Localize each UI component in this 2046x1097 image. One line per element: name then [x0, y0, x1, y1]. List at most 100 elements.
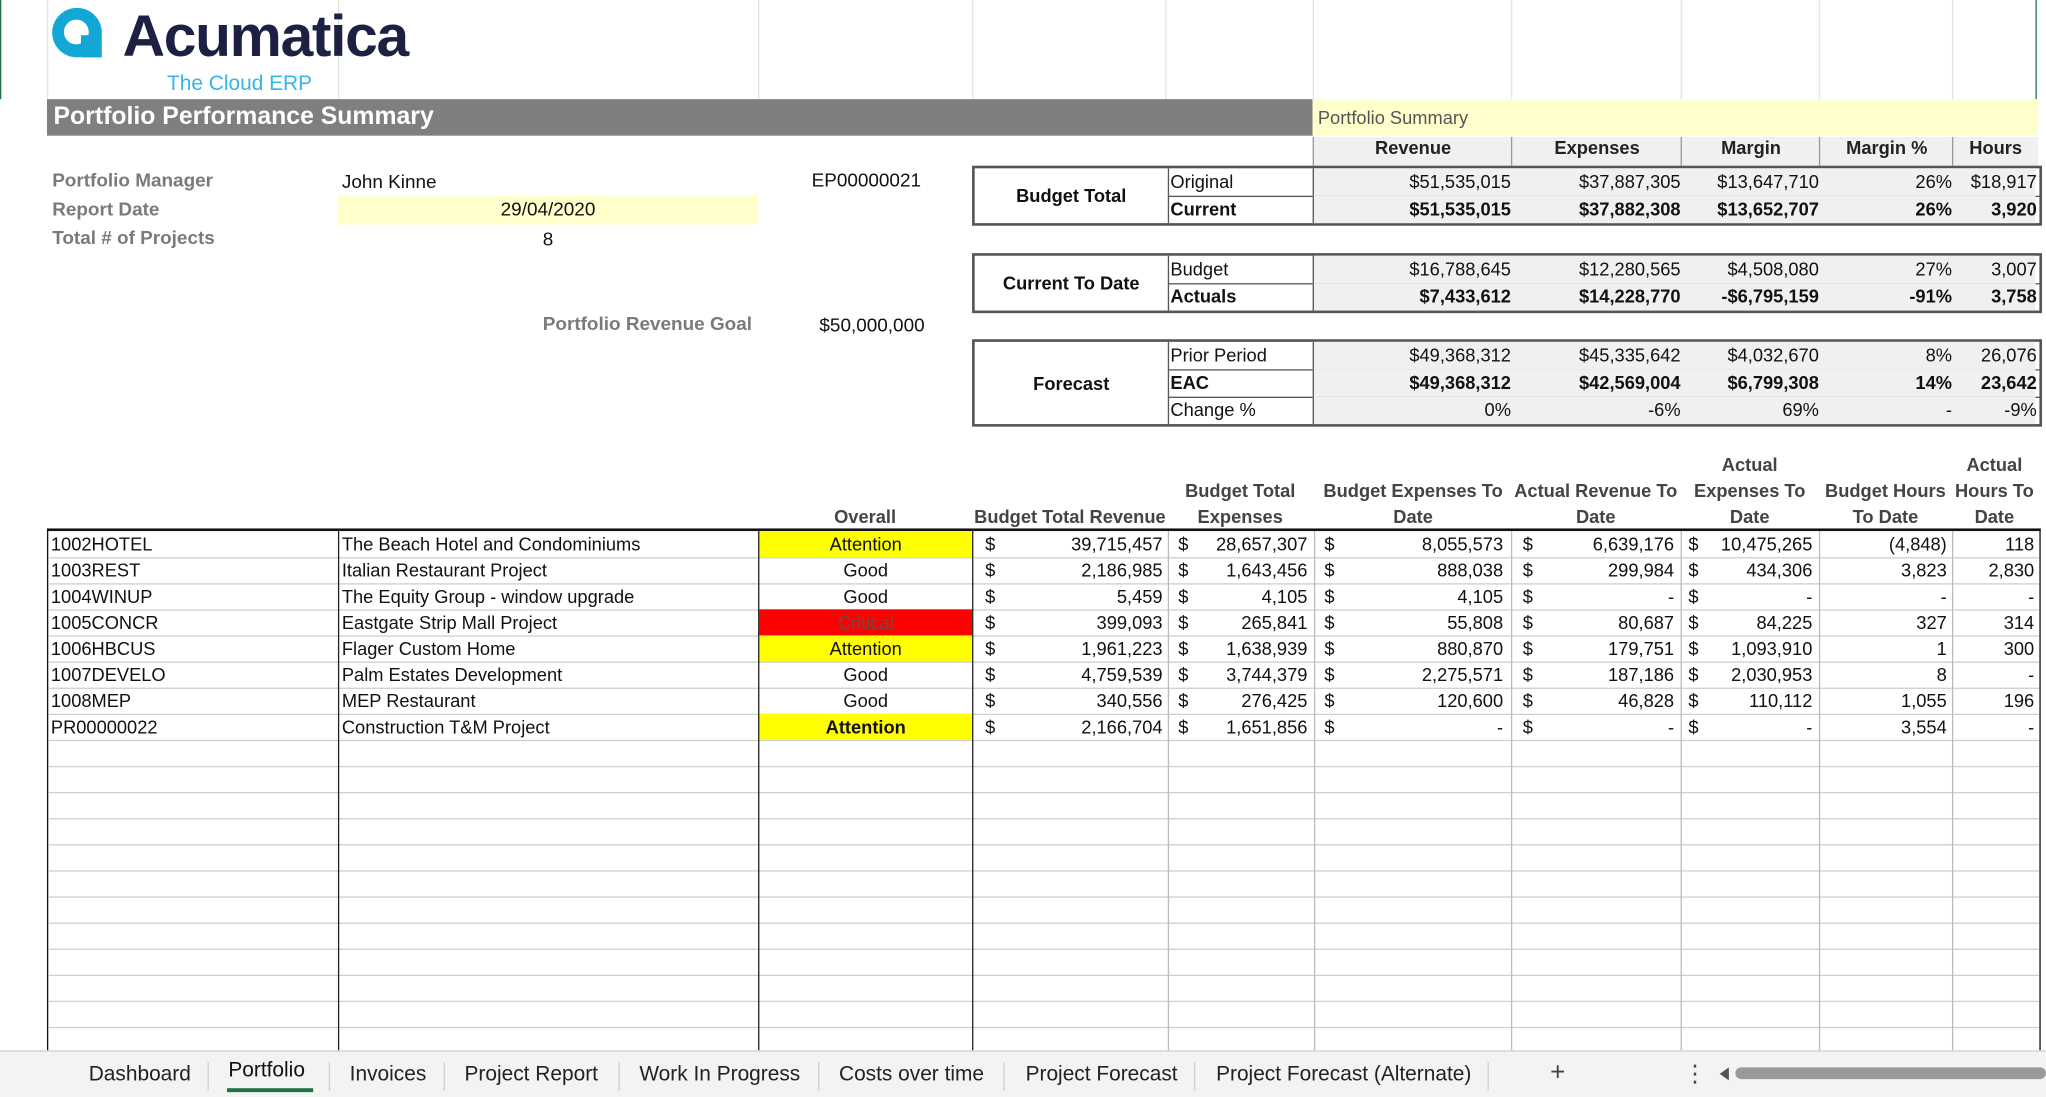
currency-symbol[interactable]: $ [985, 688, 1011, 714]
status-badge[interactable]: Good [759, 688, 972, 714]
currency-symbol[interactable]: $ [985, 583, 1011, 609]
table-cell[interactable]: The Equity Group - window upgrade [342, 583, 754, 609]
empty-row[interactable] [48, 766, 2040, 794]
table-cell[interactable]: 1,651,856 [1197, 714, 1307, 740]
table-cell[interactable]: Construction T&M Project [342, 714, 754, 740]
summary-cell[interactable]: $13,647,710 [1717, 171, 1819, 192]
table-cell[interactable]: 110,112 [1705, 688, 1812, 714]
more-options-icon[interactable]: ⋮ [1683, 1061, 1706, 1088]
summary-cell[interactable]: 26,076 [1981, 344, 2037, 365]
currency-symbol[interactable]: $ [985, 531, 1011, 557]
empty-row[interactable] [48, 896, 2040, 924]
table-cell[interactable]: 1 [1823, 635, 1947, 661]
table-cell[interactable]: 300 [1956, 635, 2034, 661]
summary-cell[interactable]: $4,032,670 [1727, 344, 1818, 365]
table-cell[interactable]: 8 [1823, 662, 1947, 688]
table-cell[interactable]: - [1956, 583, 2034, 609]
table-row[interactable]: 1005CONCR Eastgate Strip Mall Project Crit… [48, 609, 2040, 637]
tab-project-report[interactable]: Project Report [465, 1063, 598, 1086]
summary-cell[interactable]: $37,887,305 [1579, 171, 1681, 192]
table-cell[interactable]: 1,961,223 [1014, 635, 1162, 661]
table-cell[interactable]: 120,600 [1340, 688, 1503, 714]
table-row[interactable]: 1002HOTEL The Beach Hotel and Condominium… [48, 531, 2040, 559]
status-badge[interactable]: Good [759, 662, 972, 688]
table-cell[interactable]: 1,638,939 [1197, 635, 1307, 661]
scroll-left-icon[interactable] [1719, 1067, 1729, 1081]
empty-row[interactable] [48, 844, 2040, 872]
summary-cell[interactable]: 3,007 [1991, 258, 2037, 279]
table-cell[interactable]: 399,093 [1014, 609, 1163, 635]
currency-symbol[interactable]: $ [985, 714, 1011, 740]
table-cell[interactable]: 84,225 [1705, 609, 1812, 635]
table-cell[interactable]: 10,475,265 [1705, 531, 1812, 557]
summary-cell[interactable]: 23,642 [1981, 372, 2037, 393]
table-cell[interactable]: - [1536, 583, 1674, 609]
summary-cell[interactable]: $4,508,080 [1727, 258, 1818, 279]
summary-cell[interactable]: 27% [1915, 258, 1952, 279]
summary-cell[interactable]: $51,535,015 [1409, 198, 1511, 219]
summary-cell[interactable]: $49,368,312 [1409, 344, 1511, 365]
table-cell[interactable]: 46,828 [1536, 688, 1674, 714]
table-cell[interactable]: 1003REST [51, 557, 335, 583]
empty-row[interactable] [48, 949, 2040, 976]
summary-cell[interactable]: 26% [1915, 171, 1952, 192]
tab-project-forecast-alternate[interactable]: Project Forecast (Alternate) [1216, 1063, 1471, 1086]
table-row[interactable]: 1006HBCUS Flager Custom Home Attention $1,9… [48, 635, 2040, 663]
status-badge[interactable]: Attention [759, 713, 973, 740]
currency-symbol[interactable]: $ [985, 609, 1011, 635]
table-cell[interactable]: 196 [1956, 688, 2034, 714]
summary-cell[interactable]: $16,788,645 [1409, 258, 1511, 279]
table-cell[interactable]: 3,744,379 [1197, 662, 1307, 688]
table-cell[interactable]: 3,554 [1823, 714, 1947, 740]
table-cell[interactable]: 1004WINUP [51, 583, 335, 609]
table-cell[interactable]: 1007DEVELO [51, 662, 335, 688]
table-cell[interactable]: - [1340, 714, 1503, 740]
table-row[interactable]: 1004WINUP The Equity Group - window upgra… [48, 583, 2040, 611]
table-cell[interactable]: 1,643,456 [1197, 557, 1307, 583]
table-row[interactable]: 1007DEVELO Palm Estates Development Good $4… [48, 662, 2040, 689]
revenue-goal-value[interactable]: $50,000,000 [819, 316, 924, 337]
table-cell[interactable]: 179,751 [1536, 635, 1674, 661]
table-cell[interactable]: 1008MEP [51, 688, 335, 714]
status-badge[interactable]: Good [759, 557, 972, 583]
table-cell[interactable]: 2,186,985 [1014, 557, 1162, 583]
tab-costs-over-time[interactable]: Costs over time [839, 1063, 984, 1086]
table-cell[interactable]: 340,556 [1014, 688, 1163, 714]
empty-row[interactable] [48, 740, 2040, 768]
projects-count-value[interactable]: 8 [338, 230, 758, 251]
tab-work-in-progress[interactable]: Work In Progress [639, 1063, 800, 1086]
table-cell[interactable]: The Beach Hotel and Condominiums [342, 531, 754, 557]
table-cell[interactable]: 118 [1956, 531, 2034, 557]
summary-cell[interactable]: 3,758 [1991, 286, 2037, 307]
summary-cell[interactable]: $51,535,015 [1409, 171, 1511, 192]
summary-cell[interactable]: 3,920 [1991, 198, 2037, 219]
summary-cell[interactable]: $45,335,642 [1579, 344, 1681, 365]
currency-symbol[interactable]: $ [985, 635, 1011, 661]
summary-cell[interactable]: -91% [1909, 286, 1952, 307]
empty-row[interactable] [48, 818, 2040, 846]
status-badge[interactable]: Attention [759, 635, 973, 662]
tab-project-forecast[interactable]: Project Forecast [1026, 1063, 1178, 1086]
summary-cell[interactable]: $7,433,612 [1420, 286, 1511, 307]
table-row[interactable]: 1008MEP MEP Restaurant Good $340,556 $276,42… [48, 688, 2040, 716]
empty-row[interactable] [48, 792, 2040, 820]
empty-row[interactable] [48, 1001, 2040, 1029]
table-cell[interactable]: 880,870 [1340, 635, 1503, 661]
table-cell[interactable]: 2,830 [1956, 557, 2034, 583]
table-cell[interactable]: 5,459 [1014, 583, 1163, 609]
table-cell[interactable]: 4,759,539 [1014, 662, 1162, 688]
table-cell[interactable]: - [1536, 714, 1674, 740]
table-cell[interactable]: 39,715,457 [1014, 531, 1162, 557]
summary-cell[interactable]: -9% [2004, 399, 2036, 420]
table-cell[interactable]: 28,657,307 [1197, 531, 1307, 557]
status-badge[interactable]: Attention [759, 531, 973, 558]
status-badge[interactable]: Good [759, 583, 972, 609]
table-cell[interactable]: 2,030,953 [1705, 662, 1812, 688]
table-cell[interactable]: 314 [1956, 609, 2034, 635]
table-cell[interactable]: Eastgate Strip Mall Project [342, 609, 754, 635]
table-row[interactable]: PR00000022 Construction T&M Project Attent… [48, 713, 2040, 742]
table-cell[interactable]: 187,186 [1536, 662, 1674, 688]
table-cell[interactable]: 8,055,573 [1340, 531, 1503, 557]
table-cell[interactable]: - [1705, 583, 1812, 609]
spreadsheet-sheet[interactable]: Acumatica The Cloud ERP Portfolio Perfor… [0, 0, 2046, 1097]
